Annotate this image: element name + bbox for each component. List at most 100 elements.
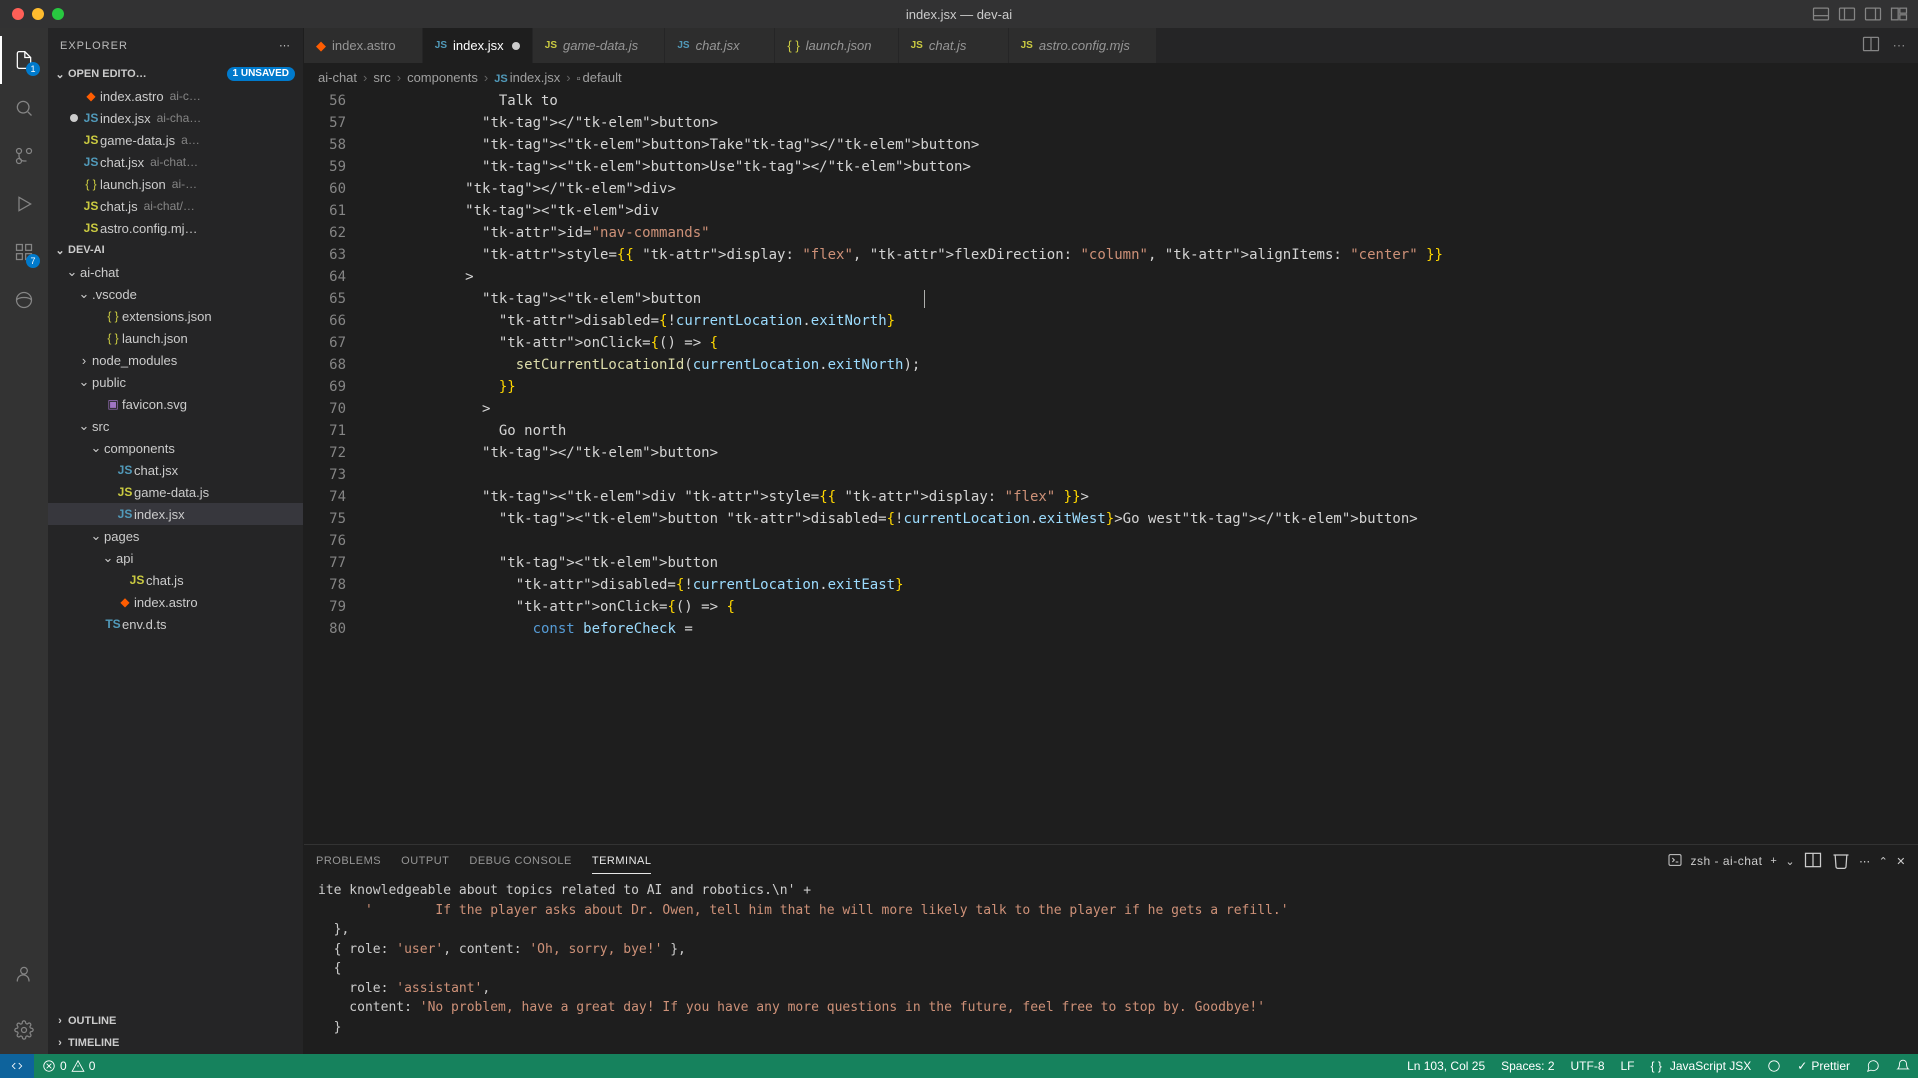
- file-item[interactable]: ▣favicon.svg: [48, 393, 303, 415]
- file-item[interactable]: JSgame-data.js: [48, 481, 303, 503]
- outline-header[interactable]: › OUTLINE: [48, 1010, 303, 1032]
- run-debug-activity-icon[interactable]: [0, 180, 48, 228]
- folder-item[interactable]: ⌄public: [48, 371, 303, 393]
- terminal-dropdown-icon[interactable]: ⌄: [1785, 855, 1795, 868]
- open-editor-item[interactable]: ◆index.astroai-c…: [48, 85, 303, 107]
- breadcrumbs[interactable]: ai-chat›src›components›JSindex.jsx›▫defa…: [304, 64, 1918, 90]
- terminal-shell-label[interactable]: zsh - ai-chat: [1691, 854, 1763, 868]
- code-line[interactable]: "tk-attr">disabled={!currentLocation.exi…: [364, 310, 1918, 332]
- sidebar-more-icon[interactable]: ⋯: [279, 39, 291, 52]
- code-line[interactable]: Go north: [364, 420, 1918, 442]
- file-item[interactable]: JSchat.js: [48, 569, 303, 591]
- remote-indicator-icon[interactable]: [0, 1054, 34, 1078]
- code-line[interactable]: "tk-attr">id="nav-commands": [364, 222, 1918, 244]
- file-item[interactable]: TSenv.d.ts: [48, 613, 303, 635]
- code-line[interactable]: "tk-tag"><"tk-elem">button: [364, 288, 1918, 310]
- editor-tab[interactable]: JSchat.js×: [899, 28, 1009, 63]
- editor-tab[interactable]: JSchat.jsx×: [665, 28, 775, 63]
- editor-tab[interactable]: ◆index.astro×: [304, 28, 423, 63]
- folder-item[interactable]: ⌄components: [48, 437, 303, 459]
- project-header[interactable]: ⌄ DEV-AI: [48, 239, 303, 261]
- panel-tab[interactable]: PROBLEMS: [316, 849, 381, 874]
- folder-item[interactable]: ⌄.vscode: [48, 283, 303, 305]
- search-activity-icon[interactable]: [0, 84, 48, 132]
- code-line[interactable]: >: [364, 398, 1918, 420]
- status-language[interactable]: { }JavaScript JSX: [1643, 1059, 1760, 1073]
- edge-tools-activity-icon[interactable]: [0, 276, 48, 324]
- code-line[interactable]: "tk-attr">style={{ "tk-attr">display: "f…: [364, 244, 1918, 266]
- open-editor-item[interactable]: JSchat.jsxai-chat…: [48, 151, 303, 173]
- new-terminal-icon[interactable]: +: [1770, 855, 1777, 867]
- code-line[interactable]: const beforeCheck =: [364, 618, 1918, 640]
- open-editor-item[interactable]: JSchat.jsai-chat/…: [48, 195, 303, 217]
- status-copilot-icon[interactable]: [1759, 1059, 1789, 1073]
- settings-activity-icon[interactable]: [0, 1006, 48, 1054]
- maximize-window-button[interactable]: [52, 8, 64, 20]
- code-line[interactable]: "tk-tag"><"tk-elem">button "tk-attr">dis…: [364, 508, 1918, 530]
- code-line[interactable]: "tk-tag"><"tk-elem">div: [364, 200, 1918, 222]
- breadcrumb-item[interactable]: src: [373, 70, 390, 85]
- folder-item[interactable]: ⌄api: [48, 547, 303, 569]
- code-line[interactable]: "tk-tag"><"tk-elem">button>Take"tk-tag">…: [364, 134, 1918, 156]
- status-cursor[interactable]: Ln 103, Col 25: [1399, 1059, 1493, 1073]
- timeline-header[interactable]: › TIMELINE: [48, 1032, 303, 1054]
- code-line[interactable]: "tk-attr">onClick={() => {: [364, 332, 1918, 354]
- file-item[interactable]: JSchat.jsx: [48, 459, 303, 481]
- code-line[interactable]: "tk-tag"><"tk-elem">div "tk-attr">style=…: [364, 486, 1918, 508]
- panel-tab[interactable]: DEBUG CONSOLE: [469, 849, 571, 874]
- open-editor-item[interactable]: JSgame-data.jsa…: [48, 129, 303, 151]
- status-spaces[interactable]: Spaces: 2: [1493, 1059, 1562, 1073]
- editor-tab[interactable]: JSastro.config.mjs×: [1009, 28, 1157, 63]
- file-item[interactable]: { }extensions.json: [48, 305, 303, 327]
- folder-item[interactable]: ⌄src: [48, 415, 303, 437]
- status-eol[interactable]: LF: [1613, 1059, 1643, 1073]
- panel-more-icon[interactable]: ⋯: [1859, 855, 1871, 868]
- status-feedback-icon[interactable]: [1858, 1059, 1888, 1073]
- close-panel-icon[interactable]: ✕: [1896, 855, 1906, 868]
- open-editor-item[interactable]: { }launch.jsonai-…: [48, 173, 303, 195]
- code-line[interactable]: setCurrentLocationId(currentLocation.exi…: [364, 354, 1918, 376]
- explorer-activity-icon[interactable]: 1: [0, 36, 48, 84]
- editor-tab[interactable]: { }launch.json×: [775, 28, 898, 63]
- panel-tab[interactable]: OUTPUT: [401, 849, 449, 874]
- folder-item[interactable]: ›node_modules: [48, 349, 303, 371]
- terminal-launch-profile-icon[interactable]: [1667, 852, 1683, 871]
- code-line[interactable]: >: [364, 266, 1918, 288]
- minimize-window-button[interactable]: [32, 8, 44, 20]
- editor-tab[interactable]: JSgame-data.js×: [533, 28, 666, 63]
- breadcrumb-item[interactable]: JSindex.jsx: [494, 70, 560, 85]
- maximize-panel-icon[interactable]: ⌃: [1879, 855, 1889, 868]
- folder-item[interactable]: ⌄pages: [48, 525, 303, 547]
- status-prettier[interactable]: ✓ Prettier: [1789, 1059, 1858, 1073]
- file-item[interactable]: { }launch.json: [48, 327, 303, 349]
- open-editor-item[interactable]: JSastro.config.mj…: [48, 217, 303, 239]
- code-editor[interactable]: 5657585960616263646566676869707172737475…: [304, 90, 1918, 844]
- split-editor-icon[interactable]: [1860, 34, 1882, 57]
- panel-toggle-icon[interactable]: [1810, 3, 1832, 25]
- breadcrumb-item[interactable]: ▫default: [577, 70, 622, 85]
- sidebar-right-toggle-icon[interactable]: [1862, 3, 1884, 25]
- code-line[interactable]: [364, 464, 1918, 486]
- status-encoding[interactable]: UTF-8: [1563, 1059, 1613, 1073]
- code-line[interactable]: Talk to: [364, 90, 1918, 112]
- code-line[interactable]: [364, 530, 1918, 552]
- code-line[interactable]: "tk-attr">onClick={() => {: [364, 596, 1918, 618]
- code-line[interactable]: "tk-tag"><"tk-elem">button: [364, 552, 1918, 574]
- close-window-button[interactable]: [12, 8, 24, 20]
- folder-item[interactable]: ⌄ai-chat: [48, 261, 303, 283]
- status-bell-icon[interactable]: [1888, 1059, 1918, 1073]
- code-line[interactable]: "tk-tag"><"tk-elem">button>Use"tk-tag"><…: [364, 156, 1918, 178]
- code-line[interactable]: "tk-attr">disabled={!currentLocation.exi…: [364, 574, 1918, 596]
- source-control-activity-icon[interactable]: [0, 132, 48, 180]
- split-terminal-icon[interactable]: [1803, 850, 1823, 873]
- sidebar-left-toggle-icon[interactable]: [1836, 3, 1858, 25]
- file-item[interactable]: JSindex.jsx: [48, 503, 303, 525]
- accounts-activity-icon[interactable]: [0, 950, 48, 998]
- breadcrumb-item[interactable]: ai-chat: [318, 70, 357, 85]
- code-line[interactable]: "tk-tag"></"tk-elem">div>: [364, 178, 1918, 200]
- more-actions-icon[interactable]: ⋯: [1888, 38, 1910, 54]
- open-editor-item[interactable]: JSindex.jsxai-cha…: [48, 107, 303, 129]
- code-line[interactable]: "tk-tag"></"tk-elem">button>: [364, 112, 1918, 134]
- breadcrumb-item[interactable]: components: [407, 70, 478, 85]
- code-line[interactable]: }}: [364, 376, 1918, 398]
